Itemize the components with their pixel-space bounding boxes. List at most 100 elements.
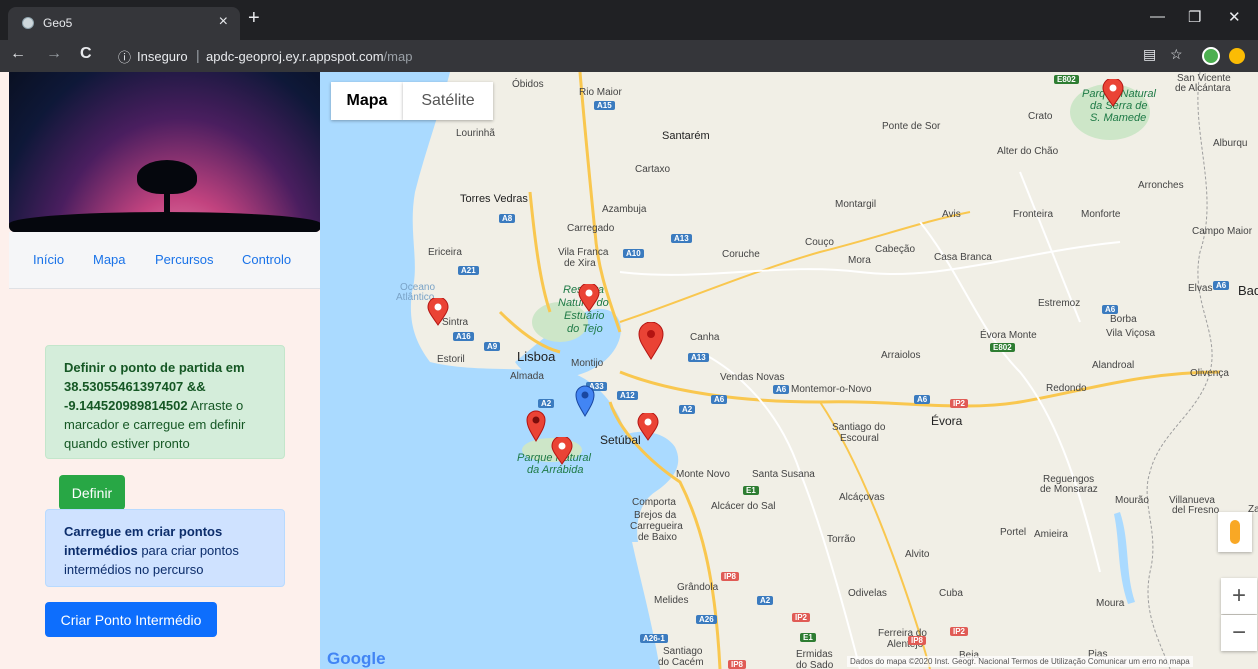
map-attribution[interactable]: Dados do mapa ©2020 Inst. Geogr. Naciona… [847, 656, 1193, 667]
road-shield: A10 [623, 249, 644, 258]
road-shield: A12 [617, 391, 638, 400]
road-shield: A26 [696, 615, 717, 624]
map-label: Carregueira [630, 521, 683, 532]
road-shield: IP2 [950, 399, 969, 408]
map-label: Carregado [567, 223, 615, 234]
road-shield: IP8 [728, 660, 747, 669]
extension-icon[interactable] [1202, 47, 1220, 65]
map-label: de Xira [564, 258, 596, 269]
nav-link-controlo[interactable]: Controlo [242, 252, 291, 267]
start-point-alert: Definir o ponto de partida em 38.5305546… [45, 345, 285, 459]
street-view-pegman-icon[interactable] [1218, 512, 1252, 552]
ground-silhouette [9, 212, 321, 232]
poi-marker-icon[interactable] [551, 437, 573, 465]
minimize-icon[interactable]: — [1150, 8, 1165, 25]
poi-marker-icon[interactable] [427, 298, 449, 326]
road-shield: A6 [711, 395, 728, 404]
map-label: Évora [931, 414, 963, 428]
road-shield: A2 [757, 596, 774, 605]
map-label: Brejos da [634, 510, 677, 521]
map-label: do Sado [796, 660, 834, 669]
translate-icon[interactable]: ▤ [1143, 46, 1156, 63]
map-label: Couço [805, 237, 834, 248]
restore-icon[interactable]: ❐ [1188, 8, 1201, 26]
map-label: Moura [1096, 598, 1125, 609]
map-label: Montargil [835, 199, 877, 210]
map-label: Vila Viçosa [1106, 328, 1156, 339]
map-label: Casa Branca [934, 252, 992, 263]
zoom-in-button[interactable]: + [1221, 578, 1257, 614]
map-label: Estremoz [1038, 298, 1081, 309]
poi-marker-icon[interactable] [637, 413, 659, 441]
poi-marker-icon[interactable] [1102, 79, 1124, 107]
zoom-out-button[interactable]: − [1221, 615, 1257, 651]
road-shield: IP2 [792, 613, 811, 622]
definir-button[interactable]: Definir [59, 475, 125, 510]
tab-close-icon[interactable]: × [219, 13, 228, 31]
nav-link-percursos[interactable]: Percursos [155, 252, 214, 267]
map-label: Santarém [662, 130, 710, 142]
map-label: Setúbal [600, 433, 641, 447]
map-type-satelite[interactable]: Satélite [403, 82, 493, 120]
back-icon[interactable]: ← [10, 45, 26, 63]
road-shield: IP2 [950, 627, 969, 636]
road-shield: A13 [688, 353, 709, 362]
map-label: S. Mamede [1090, 112, 1147, 124]
nav-link-inicio[interactable]: Início [33, 252, 64, 267]
map-label: Rio Maior [579, 87, 622, 98]
road-shield: A6 [1102, 305, 1119, 314]
map-label: Ermidas [796, 649, 833, 660]
map-label: Alburqu [1213, 138, 1248, 149]
road-shield: A13 [671, 234, 692, 243]
close-window-icon[interactable]: ✕ [1228, 8, 1241, 26]
map-label: Vila Franca [558, 247, 609, 258]
road-shield: E802 [1054, 75, 1079, 84]
map-label: Cabeção [875, 244, 916, 255]
road-shield: A2 [538, 399, 555, 408]
map-label: Cartaxo [635, 164, 671, 175]
map-label: Santiago do [832, 422, 886, 433]
reload-icon[interactable]: C [80, 45, 92, 63]
route-marker-icon[interactable] [638, 322, 664, 360]
map-label: Canha [690, 332, 720, 343]
forward-icon[interactable]: → [46, 45, 62, 63]
map-type-mapa[interactable]: Mapa [331, 82, 403, 120]
profile-avatar[interactable] [1229, 48, 1245, 64]
info-icon[interactable]: ⓘ [118, 47, 131, 66]
road-shield: E1 [800, 633, 816, 642]
start-point-marker-icon[interactable] [575, 385, 595, 417]
poi-marker-icon[interactable] [578, 284, 600, 312]
pegman-figure [1230, 520, 1240, 544]
map-label: Comporta [632, 497, 676, 508]
security-label: Inseguro [137, 49, 188, 64]
map-label: do Tejo [567, 323, 603, 335]
create-intermediate-point-button[interactable]: Criar Ponto Intermédio [45, 602, 217, 637]
map-label: Lourinhã [456, 128, 495, 139]
map-label: Redondo [1046, 383, 1087, 394]
road-shield: A21 [458, 266, 479, 275]
road-shield: E802 [990, 343, 1015, 352]
omnibox[interactable]: ⓘ Inseguro | apdc-geoproj.ey.r.appspot.c… [108, 44, 1168, 68]
map-label: Montijo [571, 358, 604, 369]
browser-tab[interactable]: Geo5 × [8, 7, 240, 40]
map-canvas[interactable]: Mapa Satélite Óbidos Rio Maior Lourinhã … [320, 72, 1258, 669]
map-label: Melides [654, 595, 689, 606]
map-label: Borba [1110, 314, 1137, 325]
hero-image [9, 72, 321, 232]
nav-link-mapa[interactable]: Mapa [93, 252, 126, 267]
road-shield: A26-1 [640, 634, 668, 643]
map-label: Alcácer do Sal [711, 501, 776, 512]
map-label: Campo Maior [1192, 226, 1253, 237]
map-label: Torres Vedras [460, 193, 528, 205]
route-marker-icon[interactable] [526, 410, 546, 442]
road-shield: A8 [499, 214, 516, 223]
new-tab-button[interactable]: + [248, 7, 260, 30]
map-label: Fronteira [1013, 209, 1054, 220]
map-label: Monte Novo [676, 469, 730, 480]
bookmark-star-icon[interactable]: ☆ [1170, 46, 1183, 63]
map-label: de Baixo [638, 532, 677, 543]
map-label: Ericeira [428, 247, 462, 258]
map-label: Alcáçovas [839, 492, 885, 503]
map-label: Arronches [1138, 180, 1184, 191]
url-host: apdc-geoproj.ey.r.appspot.com [206, 49, 384, 64]
